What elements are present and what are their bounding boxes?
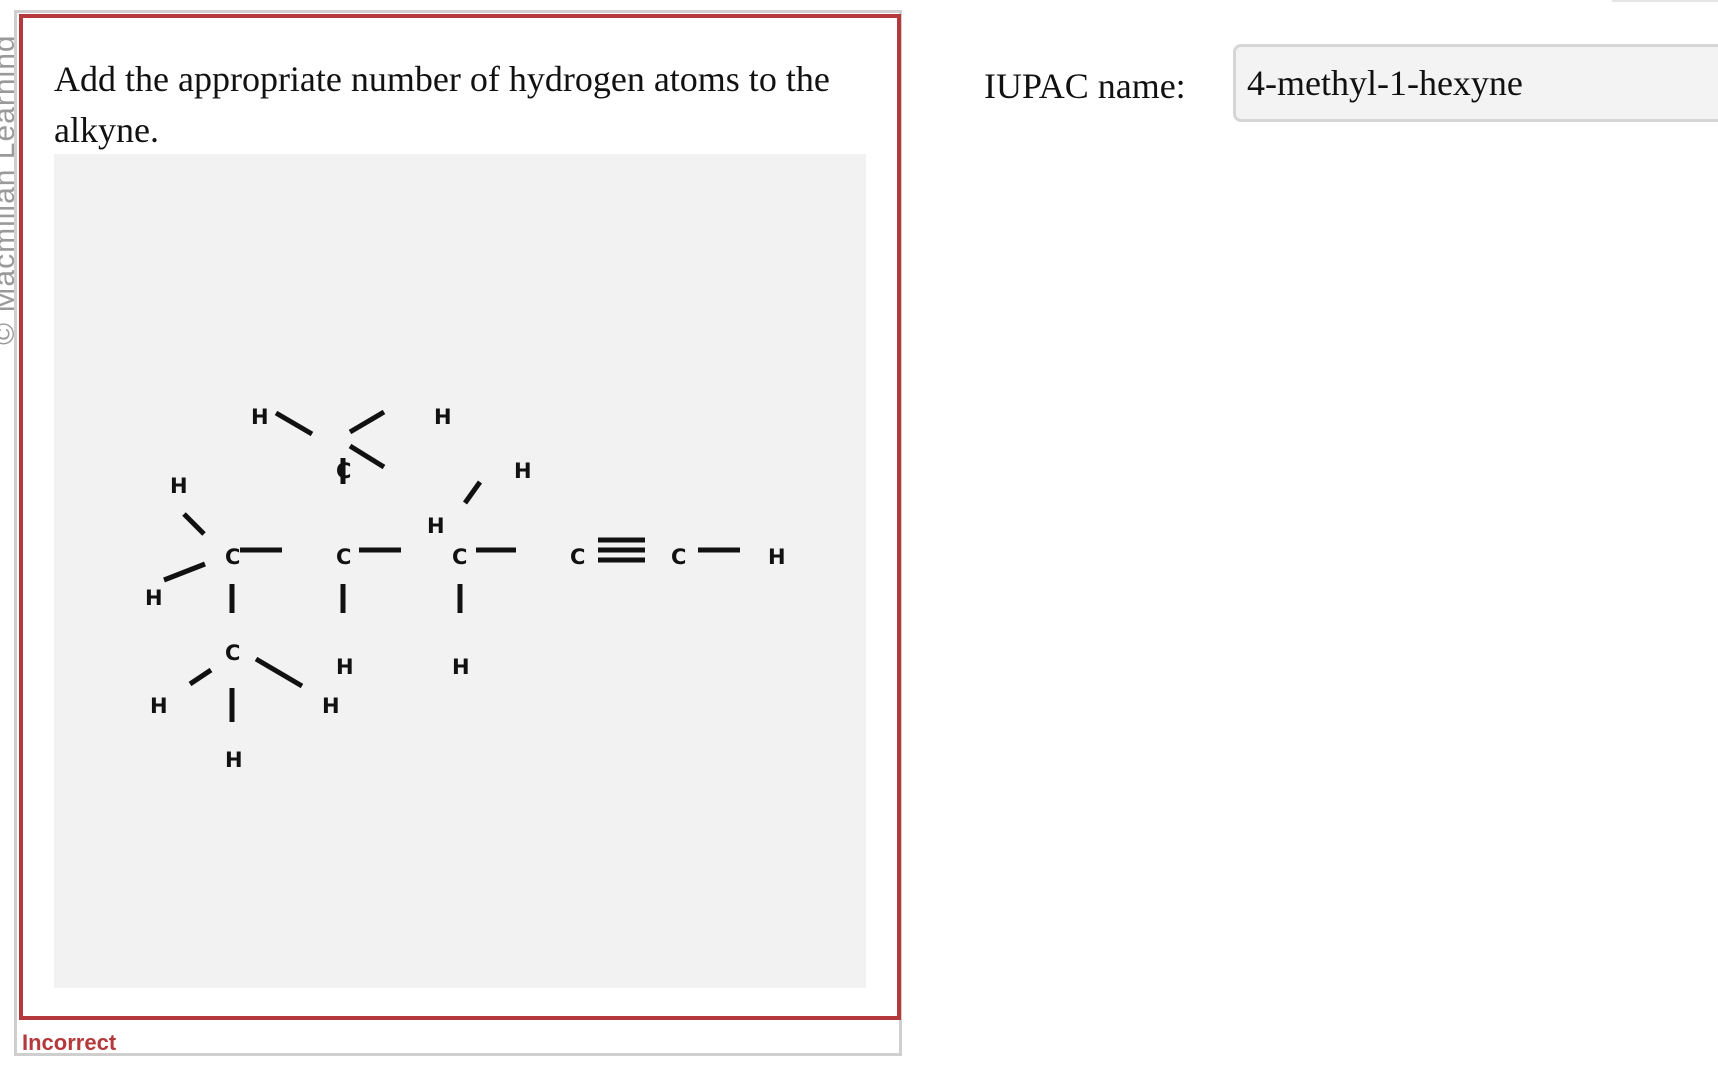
h-atom: H xyxy=(514,459,532,483)
h-atom: H xyxy=(170,474,188,498)
h-atom: H xyxy=(322,694,340,718)
c-atom-1: C xyxy=(225,641,240,665)
bond-h-c2 xyxy=(163,561,206,583)
bond-c4-h xyxy=(462,480,483,505)
c-atom-4: C xyxy=(452,545,467,569)
question-prompt: Add the appropriate number of hydrogen a… xyxy=(54,59,830,150)
h-atom: H xyxy=(150,694,168,718)
watermark-text: © Macmillan Learning xyxy=(0,34,14,345)
h-atom: H xyxy=(336,655,354,679)
iupac-name-label: IUPAC name: xyxy=(984,66,1186,106)
h-atom: H xyxy=(145,586,163,610)
c-atom-6: C xyxy=(671,545,686,569)
question-panel: Add the appropriate number of hydrogen a… xyxy=(19,14,901,1020)
iupac-name-input[interactable] xyxy=(1233,44,1718,122)
top-divider xyxy=(1612,0,1718,2)
h-atom: H xyxy=(452,655,470,679)
h-atom: H xyxy=(434,405,452,429)
c-atom-3: C xyxy=(336,545,351,569)
h-atom: H xyxy=(427,514,445,538)
c-atom-methyl: C xyxy=(336,459,351,483)
bond-c-methyl-h xyxy=(348,409,386,435)
molecule-drawing-canvas[interactable]: H H C H H H C C C C C H H C H H H H H xyxy=(54,154,866,988)
bond-c1-h xyxy=(254,656,304,689)
h-atom: H xyxy=(768,545,786,569)
h-atom: H xyxy=(225,748,243,772)
c-atom-2: C xyxy=(225,545,240,569)
bond-h-c2 xyxy=(182,512,206,536)
h-atom: H xyxy=(251,405,269,429)
atoms: H H C H H H C C C C C H H C H H H H H xyxy=(145,405,786,772)
c-atom-5: C xyxy=(570,545,585,569)
molecule-structure: H H C H H H C C C C C H H C H H H H H xyxy=(145,405,786,772)
bond-c-methyl-h xyxy=(348,443,386,470)
bond-h-c-methyl xyxy=(274,410,314,437)
feedback-status: Incorrect xyxy=(22,1030,117,1055)
copyright-watermark: © Macmillan Learning xyxy=(0,0,14,360)
bond-h-c1 xyxy=(188,667,213,687)
